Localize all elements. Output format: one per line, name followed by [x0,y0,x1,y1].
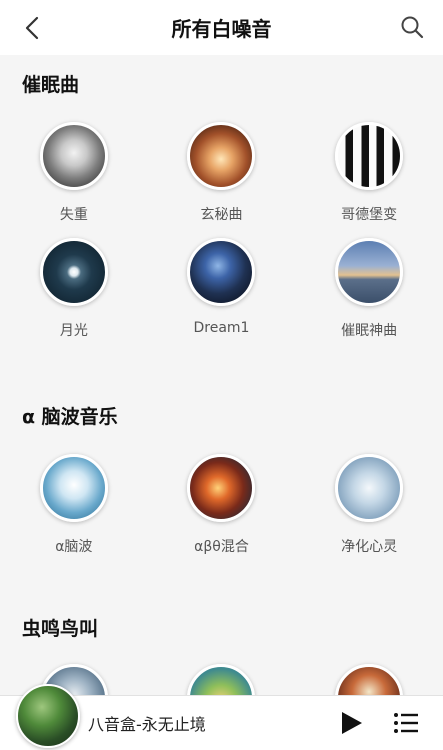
playlist-icon [394,713,418,733]
search-icon [401,16,424,39]
section-title-alpha: α 脑波音乐 [22,406,118,428]
sound-tile[interactable]: Dream1 [148,238,296,340]
piano-keys-image [335,122,404,190]
top-bar: 所有白噪音 [0,0,443,55]
sound-label: 哥德堡变 [341,207,398,223]
album-cover[interactable] [16,684,80,748]
sound-tile[interactable]: 催眠神曲 [295,238,443,340]
sound-tile[interactable]: 失重 [0,122,148,224]
sound-label: 净化心灵 [341,539,398,555]
sound-tile[interactable]: 玄秘曲 [148,122,296,224]
alpha-grid: α脑波 αβθ混合 净化心灵 [0,454,443,556]
play-button[interactable] [338,710,364,736]
section-title-lullaby: 催眠曲 [22,74,80,96]
sound-label: 失重 [59,207,88,223]
sound-tile[interactable]: 净化心灵 [295,454,443,556]
chevron-left-icon [25,16,39,40]
page-title: 所有白噪音 [171,17,272,41]
sound-label: 玄秘曲 [200,207,243,223]
section-title-nature: 虫鸣鸟叫 [22,618,99,640]
play-icon [342,712,362,734]
sound-label: 月光 [59,323,88,339]
sound-tile[interactable]: 月光 [0,238,148,340]
night-landscape-image [187,238,256,306]
sound-tile[interactable]: α脑波 [0,454,148,556]
lullaby-grid: 失重 玄秘曲 哥德堡变 月光 Dream1 催眠神曲 [0,122,443,340]
sound-label: 催眠神曲 [341,323,398,339]
swan-lake-image [335,238,404,306]
glowing-orb-image [187,122,256,190]
back-button[interactable] [18,14,46,42]
mini-player[interactable]: 八音盒-永无止境 [0,684,443,750]
search-button[interactable] [397,12,427,42]
sound-tile[interactable]: 哥德堡变 [295,122,443,224]
moon-image [39,238,108,306]
frost-image [335,454,404,522]
track-title[interactable]: 八音盒-永无止境 [88,711,206,735]
playlist-button[interactable] [392,709,420,737]
sound-label: αβθ混合 [194,539,249,555]
sound-label: Dream1 [193,320,250,336]
astronaut-image [39,122,108,190]
brain-image [39,454,108,522]
nebula-image [187,454,256,522]
sound-tile[interactable]: αβθ混合 [148,454,296,556]
sound-label: α脑波 [55,539,93,555]
